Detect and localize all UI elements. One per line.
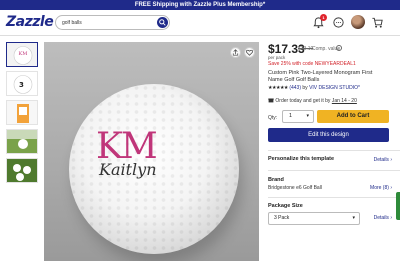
per-pack-label: per pack — [268, 55, 286, 60]
heart-icon — [245, 49, 254, 56]
brand-section-title: Brand — [268, 177, 284, 183]
qty-label: Qty: — [268, 115, 278, 121]
quantity-value: 1 — [289, 113, 293, 119]
golf-ball-side-thumbnail: 3 — [7, 72, 37, 95]
rating-row: ★★★★★ (443) by VIV DESIGN STUDIO* — [268, 85, 360, 91]
brand-more-link[interactable]: More (8) › — [370, 185, 392, 191]
order-text: Order today and get it by — [275, 98, 331, 104]
thumbnail-side[interactable]: 3 — [6, 71, 38, 96]
delivery-estimate: Order today and get it by Jan 14 - 20 — [268, 97, 357, 104]
share-button[interactable] — [230, 47, 241, 58]
notifications-button[interactable]: 1 — [312, 14, 327, 29]
add-to-cart-button[interactable]: Add to Cart — [317, 110, 389, 123]
star-rating: ★★★★★ — [268, 85, 288, 91]
golf-ball-thumbnail: KM — [7, 43, 37, 66]
product-title: Custom Pink Two-Layered Monogram First N… — [268, 70, 373, 83]
chat-icon — [333, 17, 344, 28]
divider — [268, 150, 400, 151]
main-product-image[interactable]: KM Kaitlyn — [44, 42, 259, 261]
favorite-button[interactable] — [244, 47, 255, 58]
edit-design-button[interactable]: Edit this design — [268, 128, 389, 142]
thumbnail-three-balls[interactable] — [6, 158, 38, 183]
cart-button[interactable] — [371, 16, 384, 29]
divider — [268, 170, 400, 171]
thumbnail-front[interactable]: KM — [6, 42, 38, 67]
info-icon[interactable]: i — [336, 45, 342, 51]
search-bar — [55, 15, 170, 30]
grass-scene-thumbnail — [7, 130, 37, 153]
zazzle-logo[interactable]: Zazzle — [6, 14, 54, 30]
feedback-tab[interactable] — [396, 192, 400, 220]
share-icon — [232, 49, 239, 56]
chevron-down-icon: ▾ — [306, 113, 309, 119]
search-icon — [159, 19, 166, 26]
thumbnail-grass[interactable] — [6, 129, 38, 154]
site-header: Zazzle 1 — [0, 10, 400, 36]
package-details-link[interactable]: Details › — [374, 215, 392, 221]
package-thumbnail — [7, 101, 37, 124]
delivery-date[interactable]: Jan 14 - 20 — [332, 98, 357, 104]
search-button[interactable] — [157, 17, 168, 28]
svg-text:3: 3 — [19, 81, 24, 89]
gift-icon — [268, 98, 274, 103]
messages-button[interactable] — [332, 16, 345, 29]
designer-link[interactable]: VIV DESIGN STUDIO* — [309, 85, 360, 91]
search-input[interactable] — [62, 17, 152, 29]
divider — [268, 197, 400, 198]
promo-banner[interactable]: FREE Shipping with Zazzle Plus Membershi… — [0, 0, 400, 10]
thumbnail-package[interactable] — [6, 100, 38, 125]
original-price: $23.10 — [298, 46, 314, 52]
svg-text:KM: KM — [19, 51, 28, 57]
monogram-name-text: Kaitlyn — [99, 160, 157, 179]
review-count-link[interactable]: (443) — [289, 85, 301, 91]
personalize-details-link[interactable]: Details › — [374, 157, 392, 163]
package-size-title: Package Size — [268, 203, 303, 209]
brand-value: Bridgestone e6 Golf Ball — [268, 185, 322, 191]
cart-icon — [372, 17, 383, 28]
by-label: by — [302, 85, 308, 91]
personalize-section-title: Personalize this template — [268, 156, 335, 162]
package-size-select[interactable]: 3 Pack ▾ — [268, 212, 360, 225]
user-avatar[interactable] — [351, 15, 365, 29]
quantity-select[interactable]: 1 ▾ — [282, 110, 314, 123]
promo-code-text: Save 25% with code NEWYEARDEAL1 — [268, 61, 356, 67]
three-balls-thumbnail — [7, 159, 37, 182]
notification-badge: 1 — [320, 14, 327, 21]
chevron-down-icon: ▾ — [352, 215, 355, 221]
package-size-value: 3 Pack — [274, 215, 290, 221]
